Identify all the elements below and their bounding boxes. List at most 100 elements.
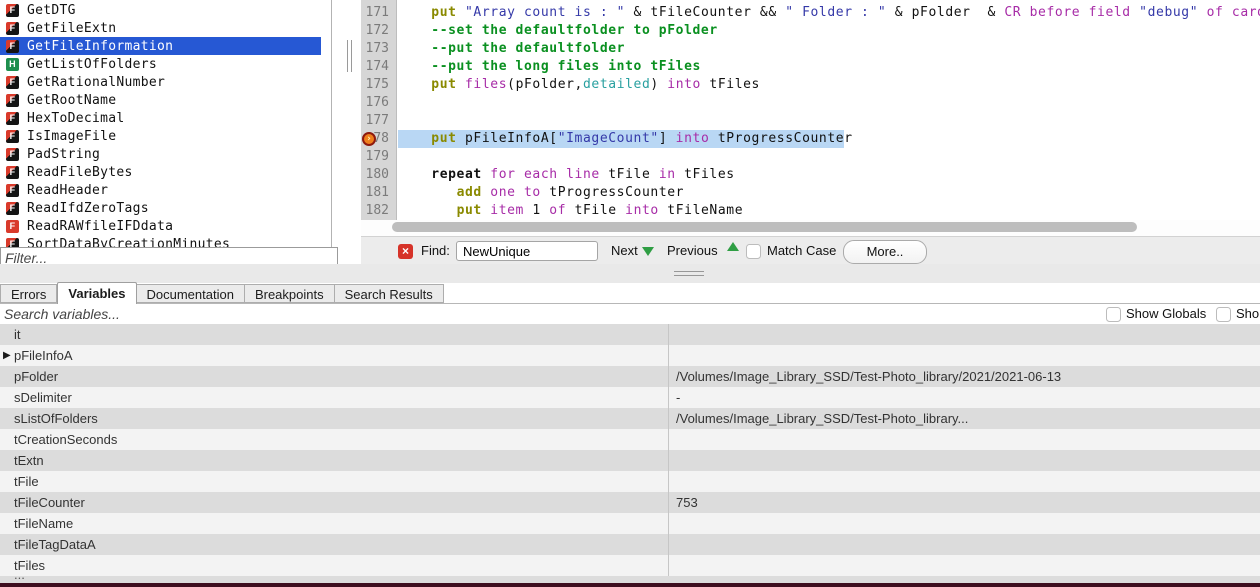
panel-resize-strip[interactable] — [0, 264, 1260, 283]
variable-name: tExtn — [14, 450, 44, 471]
code-line[interactable]: --put the long files into tFiles — [398, 58, 1260, 76]
code-line[interactable]: --put the defaultfolder — [398, 40, 1260, 58]
handler-list-item[interactable]: HGetListOfFolders — [0, 55, 331, 73]
horizontal-scrollbar[interactable] — [361, 220, 1260, 236]
code-token: for each line — [490, 167, 600, 182]
breakpoint-icon[interactable]: › — [362, 132, 376, 146]
variable-row[interactable]: tFileCounter753 — [0, 492, 1260, 513]
line-number[interactable]: 182 — [361, 202, 396, 220]
find-next-button[interactable]: Next — [611, 243, 638, 258]
line-number[interactable]: 181 — [361, 184, 396, 202]
function-icon: F — [6, 22, 19, 35]
disclosure-triangle-icon[interactable]: ▶ — [3, 345, 11, 366]
code-token: tFile — [566, 203, 625, 218]
table-column-divider[interactable] — [668, 324, 669, 583]
line-number[interactable]: 177 — [361, 112, 396, 130]
handler-name: GetListOfFolders — [27, 57, 157, 72]
tab-variables[interactable]: Variables — [57, 282, 136, 304]
line-number[interactable]: 174 — [361, 58, 396, 76]
variable-row[interactable]: tFileName — [0, 513, 1260, 534]
handler-name: IsImageFile — [27, 129, 116, 144]
handler-name: ReadHeader — [27, 183, 108, 198]
search-variables-input[interactable] — [0, 304, 1098, 324]
line-number[interactable]: 172 — [361, 22, 396, 40]
code-line[interactable]: put pFileInfoA["ImageCount"] into tProgr… — [398, 130, 1260, 148]
variable-row[interactable]: sListOfFolders/Volumes/Image_Library_SSD… — [0, 408, 1260, 429]
line-number[interactable]: 173 — [361, 40, 396, 58]
handler-list-item[interactable]: FGetRootName — [0, 91, 331, 109]
handler-list-item[interactable]: FPadString — [0, 145, 331, 163]
handler-list-item[interactable]: FIsImageFile — [0, 127, 331, 145]
line-number[interactable]: 171 — [361, 4, 396, 22]
variable-name: sListOfFolders — [14, 408, 98, 429]
line-number[interactable]: 180 — [361, 166, 396, 184]
handler-list-item[interactable]: FReadRAWfileIFDdata — [0, 217, 331, 235]
vertical-splitter-handle[interactable] — [338, 0, 361, 236]
handler-list-item[interactable]: FReadIfdZeroTags — [0, 199, 331, 217]
code-editor[interactable]: 171172173174175176177178179180181182 put… — [361, 0, 1260, 236]
tab-search-results[interactable]: Search Results — [335, 284, 444, 303]
variable-row[interactable]: tCreationSeconds — [0, 429, 1260, 450]
arrow-up-icon[interactable] — [727, 242, 739, 251]
variable-row[interactable]: it — [0, 324, 1260, 345]
code-token: put — [431, 131, 456, 146]
code-line[interactable] — [398, 148, 1260, 166]
show-second-checkbox[interactable] — [1216, 307, 1231, 322]
handler-list-item[interactable]: FReadHeader — [0, 181, 331, 199]
code-token: put — [457, 203, 482, 218]
code-line[interactable]: put item 1 of tFile into tFileName — [398, 202, 1260, 220]
code-line[interactable]: put "Array count is : " & tFileCounter &… — [398, 4, 1260, 22]
truncated-table-row: ... — [0, 576, 1260, 583]
show-globals-checkbox[interactable] — [1106, 307, 1121, 322]
code-line[interactable]: repeat for each line tFile in tFiles — [398, 166, 1260, 184]
variable-row[interactable]: tExtn — [0, 450, 1260, 471]
code-line[interactable]: --set the defaultfolder to pFolder — [398, 22, 1260, 40]
handler-list-item[interactable]: FReadFileBytes — [0, 163, 331, 181]
close-icon[interactable]: × — [398, 244, 413, 259]
bottom-panel-tabs: ErrorsVariablesDocumentationBreakpointsS… — [0, 283, 1260, 304]
variable-row[interactable]: tFile — [0, 471, 1260, 492]
splitter-grip-line — [347, 40, 348, 72]
handler-list-item[interactable]: FGetFileExtn — [0, 19, 331, 37]
find-input[interactable] — [456, 241, 598, 261]
code-lines[interactable]: put "Array count is : " & tFileCounter &… — [398, 4, 1260, 220]
variable-name: pFileInfoA — [14, 345, 73, 366]
tab-documentation[interactable]: Documentation — [137, 284, 245, 303]
arrow-down-icon[interactable] — [642, 247, 654, 256]
handler-list-item[interactable]: FGetRationalNumber — [0, 73, 331, 91]
tab-errors[interactable]: Errors — [0, 284, 57, 303]
handler-list-item[interactable]: FSortDataByCreationMinutes — [0, 235, 331, 247]
code-line[interactable] — [398, 94, 1260, 112]
variable-row[interactable]: pFolder/Volumes/Image_Library_SSD/Test-P… — [0, 366, 1260, 387]
function-icon: F — [6, 112, 19, 125]
find-previous-button[interactable]: Previous — [667, 243, 718, 258]
match-case-checkbox[interactable] — [746, 244, 761, 259]
code-token: into — [667, 77, 701, 92]
more-button[interactable]: More.. — [843, 240, 927, 264]
handler-name: GetFileInformation — [27, 39, 173, 54]
code-line[interactable]: put files(pFolder,detailed) into tFiles — [398, 76, 1260, 94]
variable-name: tFileCounter — [14, 492, 85, 513]
scrollbar-thumb[interactable] — [392, 222, 1137, 232]
code-token: tProgressCounter — [709, 131, 852, 146]
handler-name: GetRationalNumber — [27, 75, 165, 90]
handler-list-item[interactable]: FHexToDecimal — [0, 109, 331, 127]
variable-name: pFolder — [14, 366, 58, 387]
variable-name: tFiles — [14, 555, 45, 576]
tab-breakpoints[interactable]: Breakpoints — [245, 284, 335, 303]
function-icon: F — [6, 148, 19, 161]
line-number[interactable]: 176 — [361, 94, 396, 112]
line-number[interactable]: 175 — [361, 76, 396, 94]
variable-row[interactable]: tFiles — [0, 555, 1260, 576]
line-number[interactable]: 179 — [361, 148, 396, 166]
handler-list-item[interactable]: FGetFileInformation — [0, 37, 321, 55]
splitter-grip-line — [351, 40, 352, 72]
variable-row[interactable]: ▶pFileInfoA — [0, 345, 1260, 366]
line-number-gutter[interactable]: 171172173174175176177178179180181182 — [361, 0, 397, 220]
code-token: item — [490, 203, 524, 218]
variable-row[interactable]: sDelimiter- — [0, 387, 1260, 408]
code-line[interactable]: add one to tProgressCounter — [398, 184, 1260, 202]
variable-row[interactable]: tFileTagDataA — [0, 534, 1260, 555]
handler-list-item[interactable]: FGetDTG — [0, 1, 331, 19]
code-line[interactable] — [398, 112, 1260, 130]
